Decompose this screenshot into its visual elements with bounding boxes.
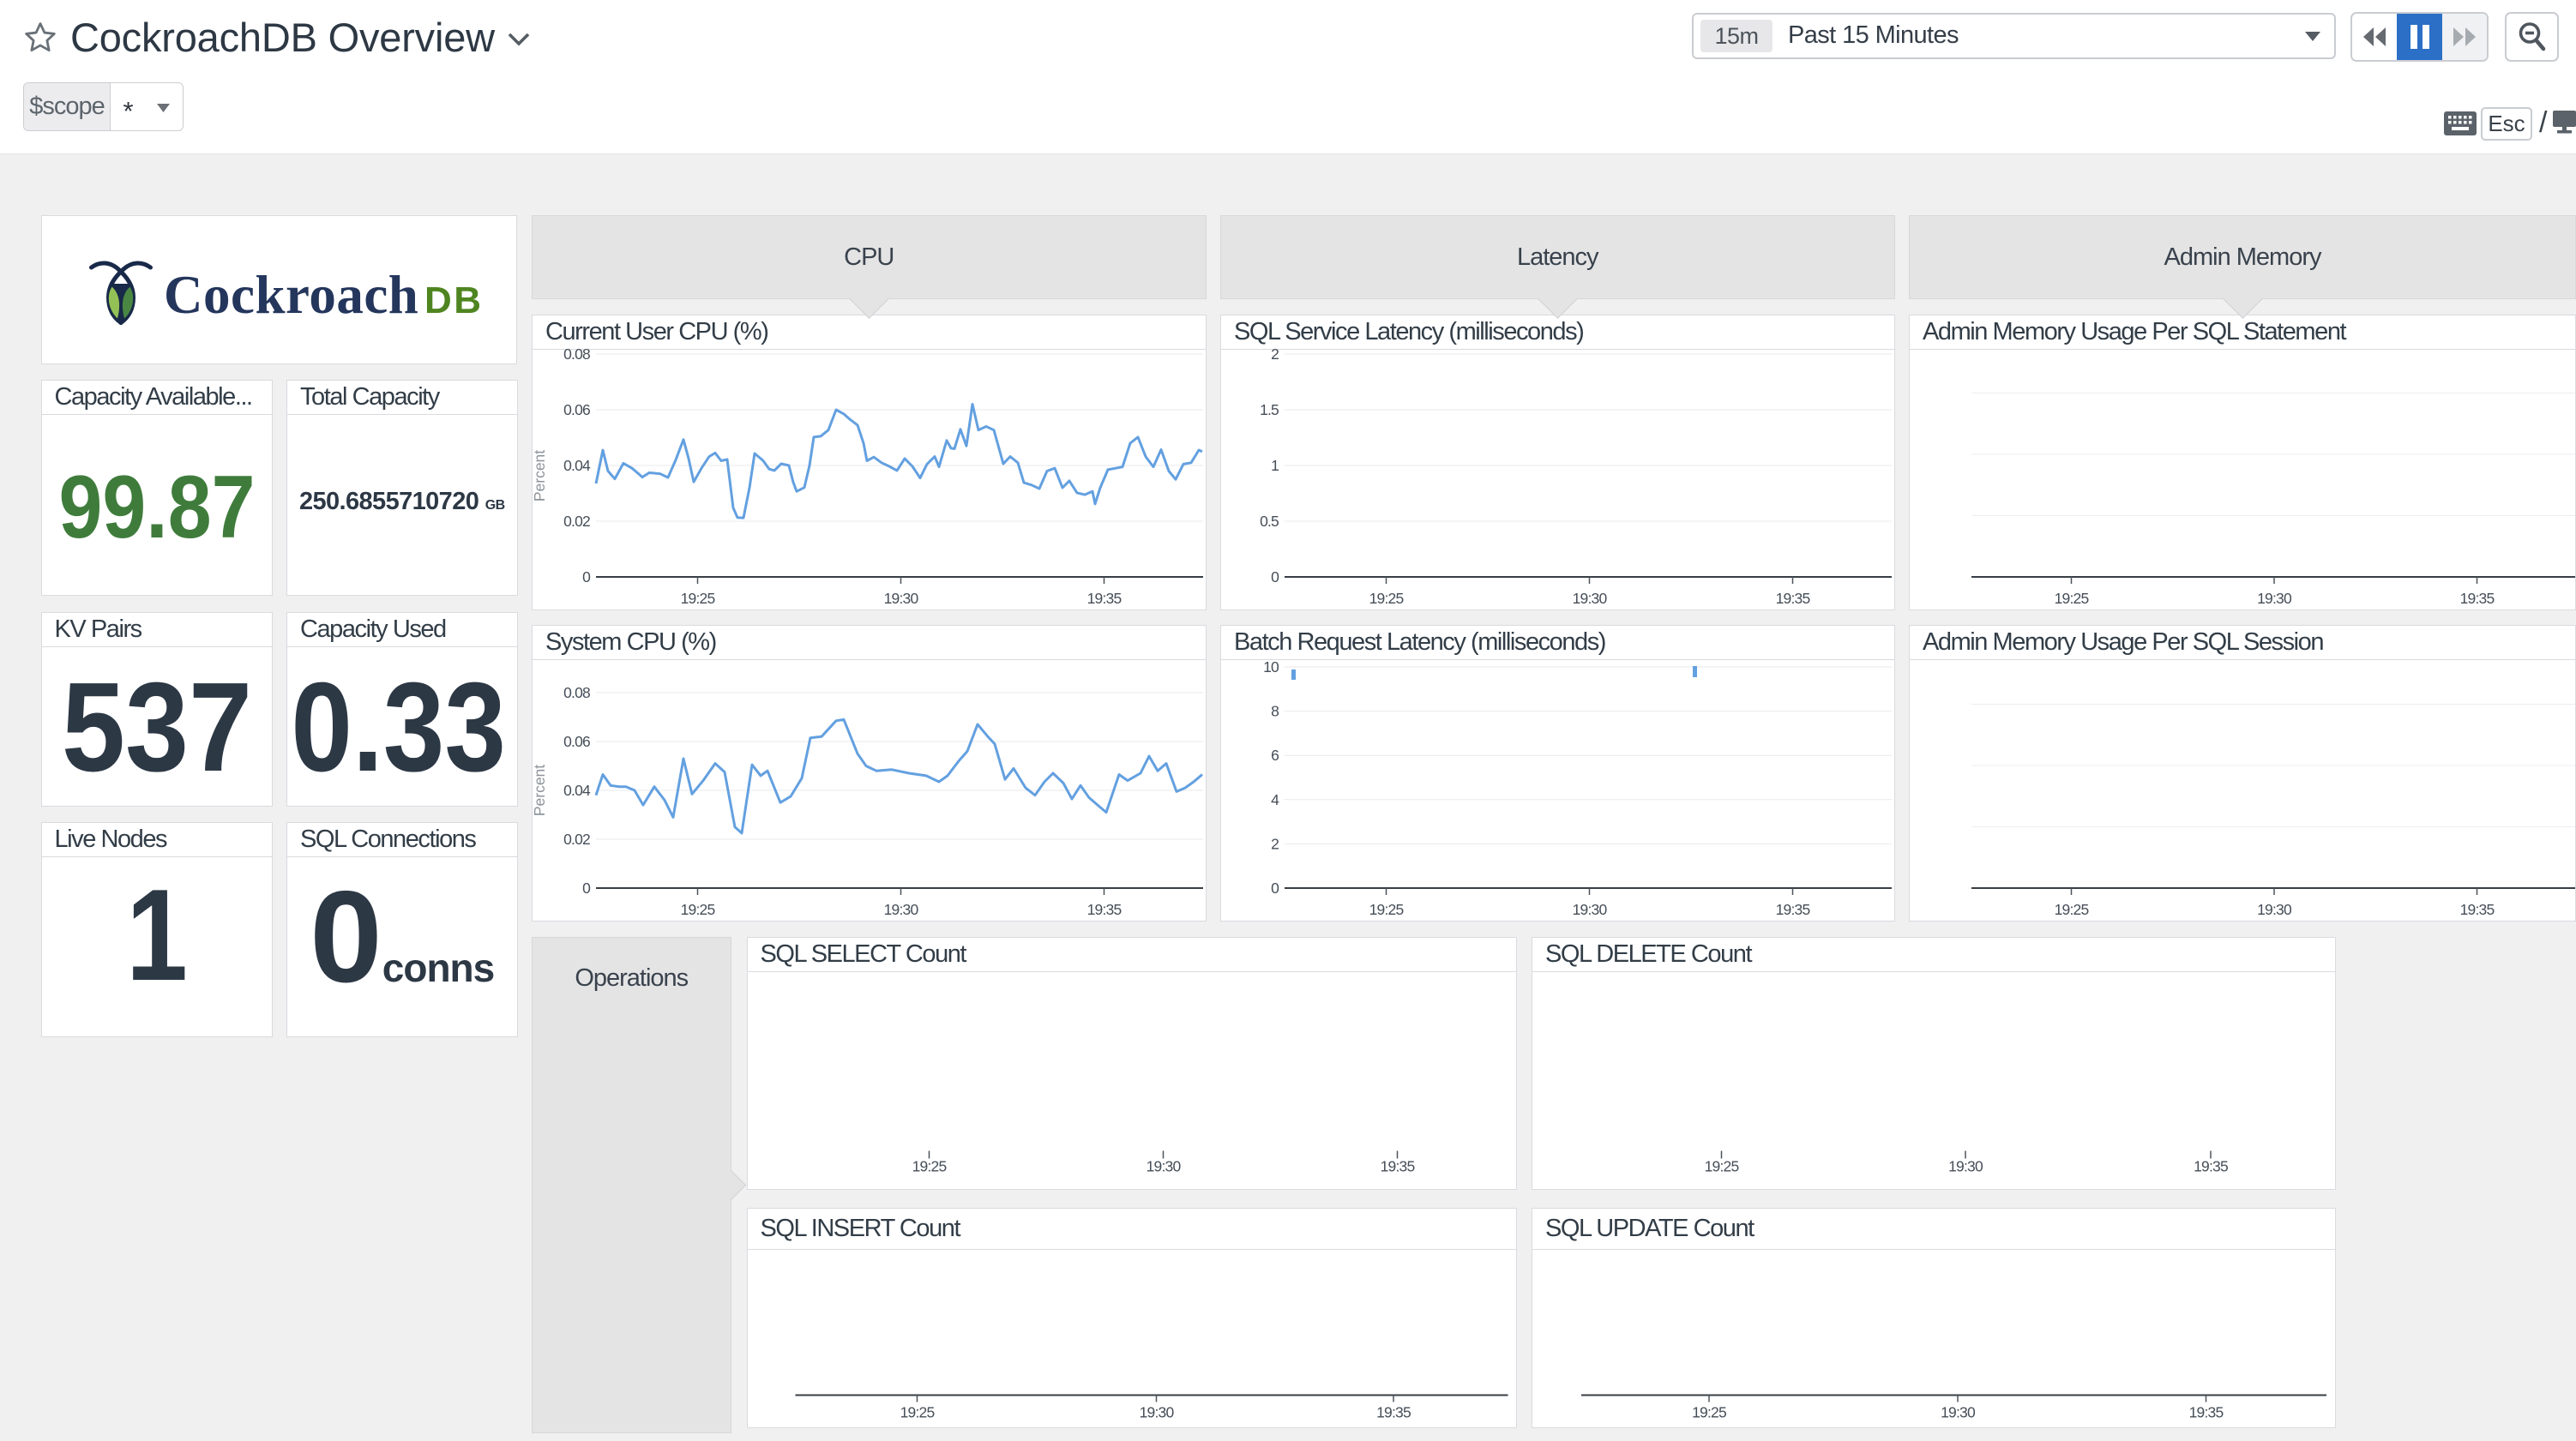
svg-text:19:30: 19:30 bbox=[2257, 901, 2292, 918]
svg-text:19:30: 19:30 bbox=[1139, 1403, 1174, 1420]
svg-text:0: 0 bbox=[582, 880, 591, 897]
svg-text:19:35: 19:35 bbox=[1776, 590, 1810, 607]
svg-text:1.5: 1.5 bbox=[1260, 401, 1279, 418]
svg-text:0.02: 0.02 bbox=[563, 831, 590, 848]
svg-text:19:30: 19:30 bbox=[1146, 1157, 1181, 1174]
svg-text:19:25: 19:25 bbox=[1692, 1403, 1726, 1420]
svg-text:6: 6 bbox=[1271, 747, 1279, 764]
svg-text:19:35: 19:35 bbox=[2189, 1403, 2224, 1420]
svg-text:19:35: 19:35 bbox=[1087, 901, 1122, 918]
svg-text:19:25: 19:25 bbox=[681, 590, 715, 607]
svg-text:19:30: 19:30 bbox=[1941, 1403, 1976, 1420]
svg-text:19:30: 19:30 bbox=[884, 590, 919, 607]
svg-text:0.06: 0.06 bbox=[563, 401, 590, 418]
svg-text:0.04: 0.04 bbox=[563, 782, 591, 799]
svg-text:0.08: 0.08 bbox=[563, 345, 590, 363]
svg-text:0.04: 0.04 bbox=[563, 457, 591, 474]
svg-text:0: 0 bbox=[1271, 880, 1279, 897]
svg-text:19:25: 19:25 bbox=[900, 1403, 934, 1420]
svg-text:1: 1 bbox=[1271, 457, 1279, 474]
svg-text:4: 4 bbox=[1271, 791, 1279, 808]
svg-text:19:35: 19:35 bbox=[1087, 590, 1122, 607]
svg-text:19:30: 19:30 bbox=[2257, 590, 2292, 607]
svg-text:19:25: 19:25 bbox=[2055, 901, 2089, 918]
svg-text:19:25: 19:25 bbox=[1369, 590, 1404, 607]
svg-text:19:35: 19:35 bbox=[1380, 1157, 1414, 1174]
svg-text:19:35: 19:35 bbox=[2194, 1157, 2228, 1174]
svg-text:8: 8 bbox=[1271, 703, 1279, 720]
svg-text:0.5: 0.5 bbox=[1260, 513, 1279, 530]
svg-text:0: 0 bbox=[582, 568, 591, 585]
svg-text:0: 0 bbox=[1271, 568, 1279, 585]
svg-text:19:30: 19:30 bbox=[1573, 590, 1608, 607]
svg-text:19:25: 19:25 bbox=[1369, 901, 1404, 918]
svg-text:Percent: Percent bbox=[532, 765, 548, 816]
svg-text:0.06: 0.06 bbox=[563, 733, 590, 750]
svg-text:Cockroach: Cockroach bbox=[164, 265, 418, 325]
svg-text:10: 10 bbox=[1263, 658, 1279, 675]
svg-text:DB: DB bbox=[424, 279, 484, 321]
svg-text:19:30: 19:30 bbox=[1948, 1157, 1983, 1174]
svg-text:19:35: 19:35 bbox=[1376, 1403, 1411, 1420]
svg-text:19:35: 19:35 bbox=[1776, 901, 1810, 918]
svg-text:2: 2 bbox=[1271, 835, 1279, 852]
svg-text:19:25: 19:25 bbox=[912, 1157, 946, 1174]
svg-text:19:35: 19:35 bbox=[2460, 590, 2495, 607]
svg-text:19:30: 19:30 bbox=[1573, 901, 1608, 918]
svg-text:Percent: Percent bbox=[532, 450, 548, 501]
svg-text:19:25: 19:25 bbox=[2055, 590, 2089, 607]
svg-text:2: 2 bbox=[1271, 345, 1279, 363]
svg-text:19:35: 19:35 bbox=[2460, 901, 2495, 918]
svg-text:19:25: 19:25 bbox=[681, 901, 715, 918]
svg-text:19:30: 19:30 bbox=[884, 901, 919, 918]
svg-text:0.02: 0.02 bbox=[563, 513, 590, 530]
svg-text:19:25: 19:25 bbox=[1705, 1157, 1739, 1174]
svg-text:0.08: 0.08 bbox=[563, 684, 590, 701]
